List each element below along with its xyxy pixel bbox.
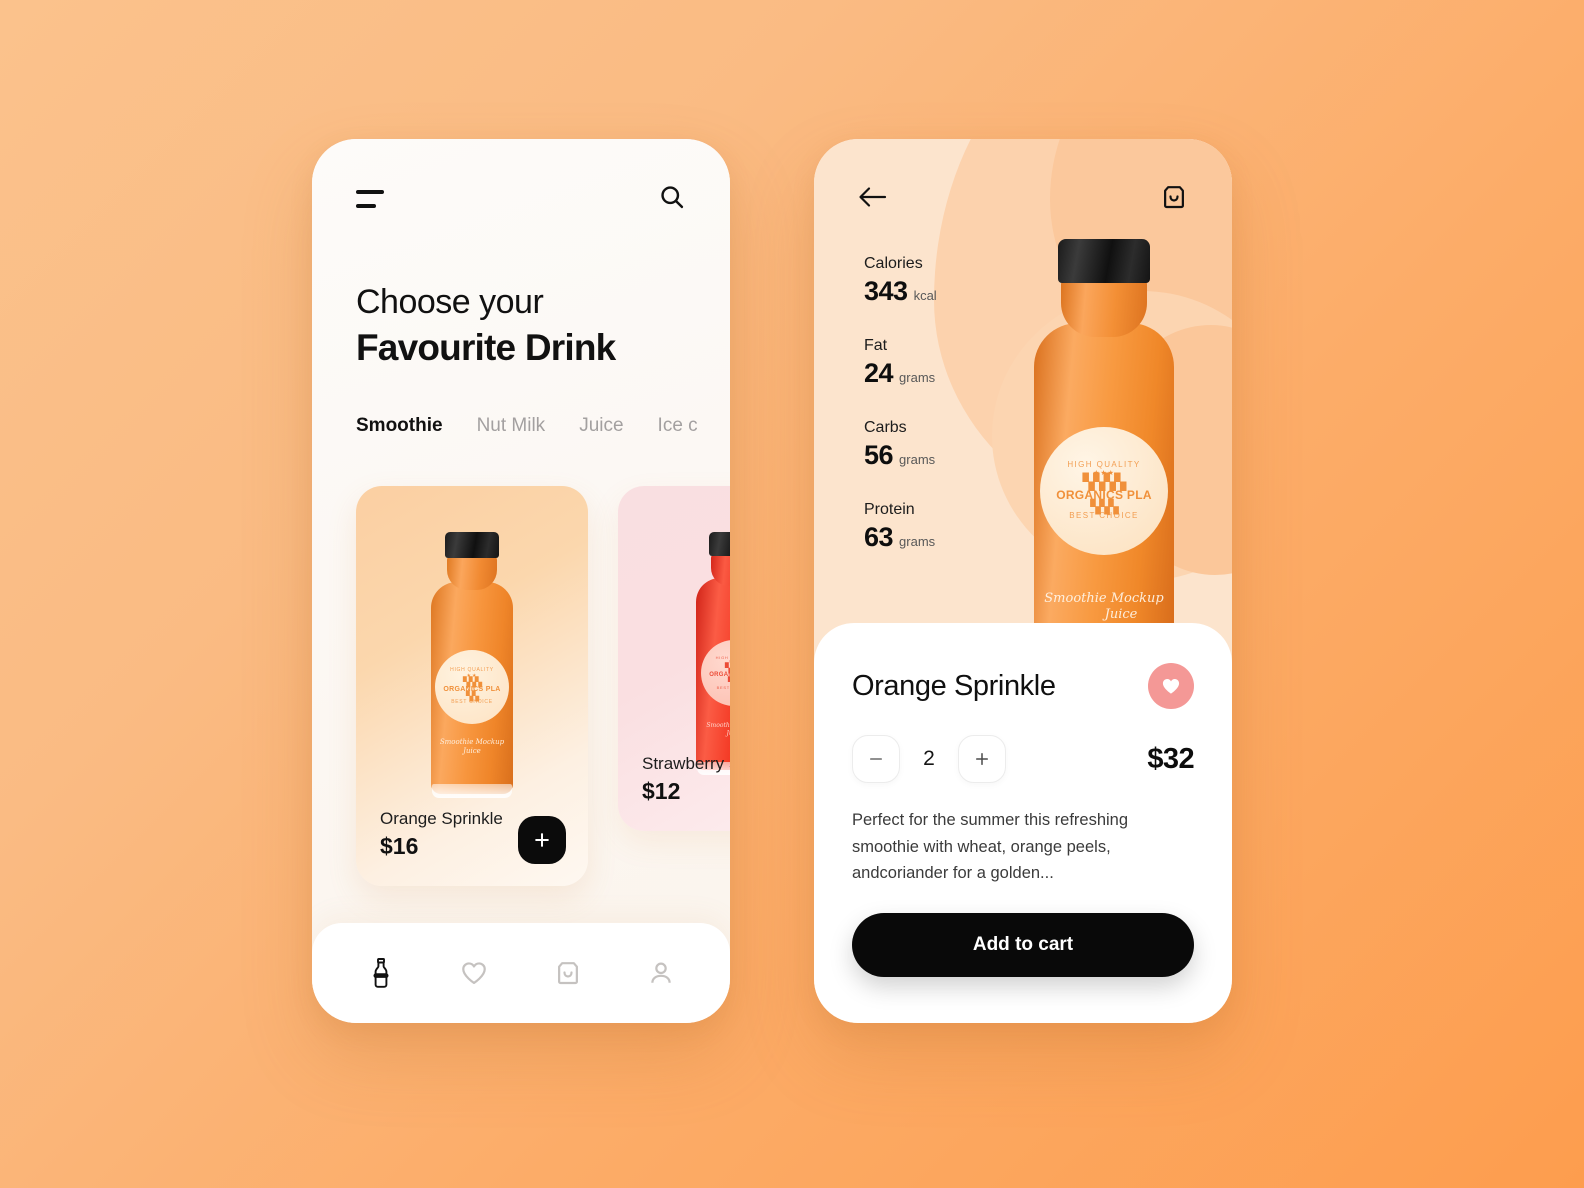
phone-right-detail-screen: Calories 343 kcal Fat 24 grams Carbs 56 … — [814, 139, 1232, 1023]
product-name: Strawberry Sp — [642, 754, 730, 773]
left-topbar — [312, 139, 730, 259]
nav-item-cart[interactable] — [545, 950, 591, 996]
bottom-navigation — [312, 923, 730, 1023]
bottle-script-text: Smoothie Mockup Juice — [706, 722, 730, 737]
tab-nut-milk[interactable]: Nut Milk — [477, 415, 546, 437]
nutrition-label: Protein — [864, 501, 915, 518]
bottle-script-line1: Smoothie Mockup — [706, 722, 730, 729]
shopping-bag-icon[interactable] — [1160, 183, 1188, 216]
product-name: Orange Sprinkle — [380, 809, 503, 828]
nutrition-unit: kcal — [913, 288, 937, 303]
badge-middle-text: ORGANICS PLA — [709, 672, 730, 679]
favorite-button[interactable] — [1148, 663, 1194, 709]
product-card[interactable]: HIGH QUALITY ★★ ▚▚▚ ORGANICS PLA ▚▚ BEST… — [618, 486, 730, 831]
nutrition-row-protein: Protein 63 grams — [864, 501, 937, 553]
quantity-stepper: 2 $32 — [852, 735, 1195, 783]
product-price: $16 — [380, 833, 419, 859]
nutrition-label: Carbs — [864, 419, 907, 436]
badge-top-text: HIGH QUALITY — [450, 667, 494, 674]
back-arrow-icon[interactable] — [858, 184, 888, 215]
badge-top-text: HIGH QUALITY — [1067, 460, 1141, 470]
category-tabs: Smoothie Nut Milk Juice Ice c — [356, 415, 730, 437]
bottle-script-line2: Juice — [463, 746, 481, 755]
detail-header: Orange Sprinkle — [852, 663, 1194, 709]
product-price: $12 — [642, 778, 681, 804]
product-card[interactable]: HIGH QUALITY ★★ ▚▚▚ ORGANICS PLA ▚▚ BEST… — [356, 486, 588, 886]
nav-item-bottle[interactable] — [358, 950, 404, 996]
nutrition-unit: grams — [899, 370, 936, 385]
product-price: $32 — [1147, 742, 1194, 775]
search-icon[interactable] — [658, 183, 686, 216]
bottle-script-text: Smoothie Mockup Juice — [440, 738, 504, 756]
tab-ice-cream[interactable]: Ice c — [658, 415, 698, 437]
bottle-badge: HIGH QUALITY ★★ ▚▚▚ ORGANICS PLA ▚▚ BEST… — [435, 650, 509, 724]
bottle-badge: HIGH QUALITY ★★★ ▚▚▚▚ ORGANICS PLA ▚▚▚ B… — [1040, 427, 1168, 555]
hamburger-icon[interactable] — [356, 190, 384, 208]
bottle-image-orange: HIGH QUALITY ★★ ▚▚▚ ORGANICS PLA ▚▚ BEST… — [412, 532, 532, 800]
tab-juice[interactable]: Juice — [579, 415, 623, 437]
bottle-script-line2: Juice — [726, 729, 730, 737]
nutrition-row-fat: Fat 24 grams — [864, 337, 937, 389]
nutrition-unit: grams — [899, 452, 936, 467]
badge-bottom-text: BEST CHOICE — [1069, 511, 1139, 521]
increment-button[interactable] — [958, 735, 1006, 783]
nutrition-row-calories: Calories 343 kcal — [864, 255, 937, 307]
nutrition-value: 63 — [864, 522, 894, 552]
badge-top-text: HIGH QUALITY — [715, 654, 730, 660]
phone-left-home-screen: Choose your Favourite Drink Smoothie Nut… — [312, 139, 730, 1023]
badge-wave: ▚▚▚ — [725, 663, 730, 674]
nutrition-label: Calories — [864, 255, 923, 272]
page-title-line1: Choose your — [356, 283, 544, 321]
product-info: Orange Sprinkle $16 — [380, 809, 503, 860]
bottle-script-text: Smoothie Mockup Juice — [1044, 591, 1163, 624]
product-card-list: HIGH QUALITY ★★ ▚▚▚ ORGANICS PLA ▚▚ BEST… — [356, 486, 730, 886]
page-title: Choose your Favourite Drink — [356, 281, 686, 370]
tab-smoothie[interactable]: Smoothie — [356, 415, 443, 437]
nav-item-profile[interactable] — [638, 950, 684, 996]
nutrition-row-carbs: Carbs 56 grams — [864, 419, 937, 471]
badge-bottom-text: BEST CHOICE — [451, 699, 493, 706]
nutrition-label: Fat — [864, 337, 888, 354]
bottle-script-line2: Juice — [1104, 607, 1138, 623]
nutrition-facts-list: Calories 343 kcal Fat 24 grams Carbs 56 … — [864, 255, 937, 583]
bottle-image-strawberry: HIGH QUALITY ★★ ▚▚▚ ORGANICS PLA ▚▚ BEST… — [674, 532, 730, 777]
nav-item-favorites[interactable] — [451, 950, 497, 996]
badge-wave: ▚▚▚ — [463, 676, 482, 687]
decrement-button[interactable] — [852, 735, 900, 783]
product-detail-card: Orange Sprinkle 2 $32 Perfect for the su… — [814, 623, 1232, 1023]
bottle-script-line1: Smoothie Mockup — [1044, 591, 1164, 606]
bottle-script-line1: Smoothie Mockup — [439, 738, 505, 746]
nutrition-value: 24 — [864, 358, 894, 388]
product-info: Strawberry Sp $12 — [642, 754, 730, 805]
quantity-value: 2 — [923, 747, 935, 770]
add-to-cart-button[interactable] — [518, 816, 566, 864]
product-title: Orange Sprinkle — [852, 669, 1056, 702]
nutrition-value: 56 — [864, 440, 894, 470]
add-to-cart-button[interactable]: Add to cart — [852, 913, 1194, 977]
page-title-line2: Favourite Drink — [356, 326, 616, 368]
nutrition-value: 343 — [864, 276, 908, 306]
badge-bottom-text: BEST CHOICE — [716, 684, 730, 690]
nutrition-unit: grams — [899, 534, 936, 549]
product-description: Perfect for the summer this refreshing s… — [852, 811, 1129, 883]
heart-icon — [1162, 679, 1180, 694]
